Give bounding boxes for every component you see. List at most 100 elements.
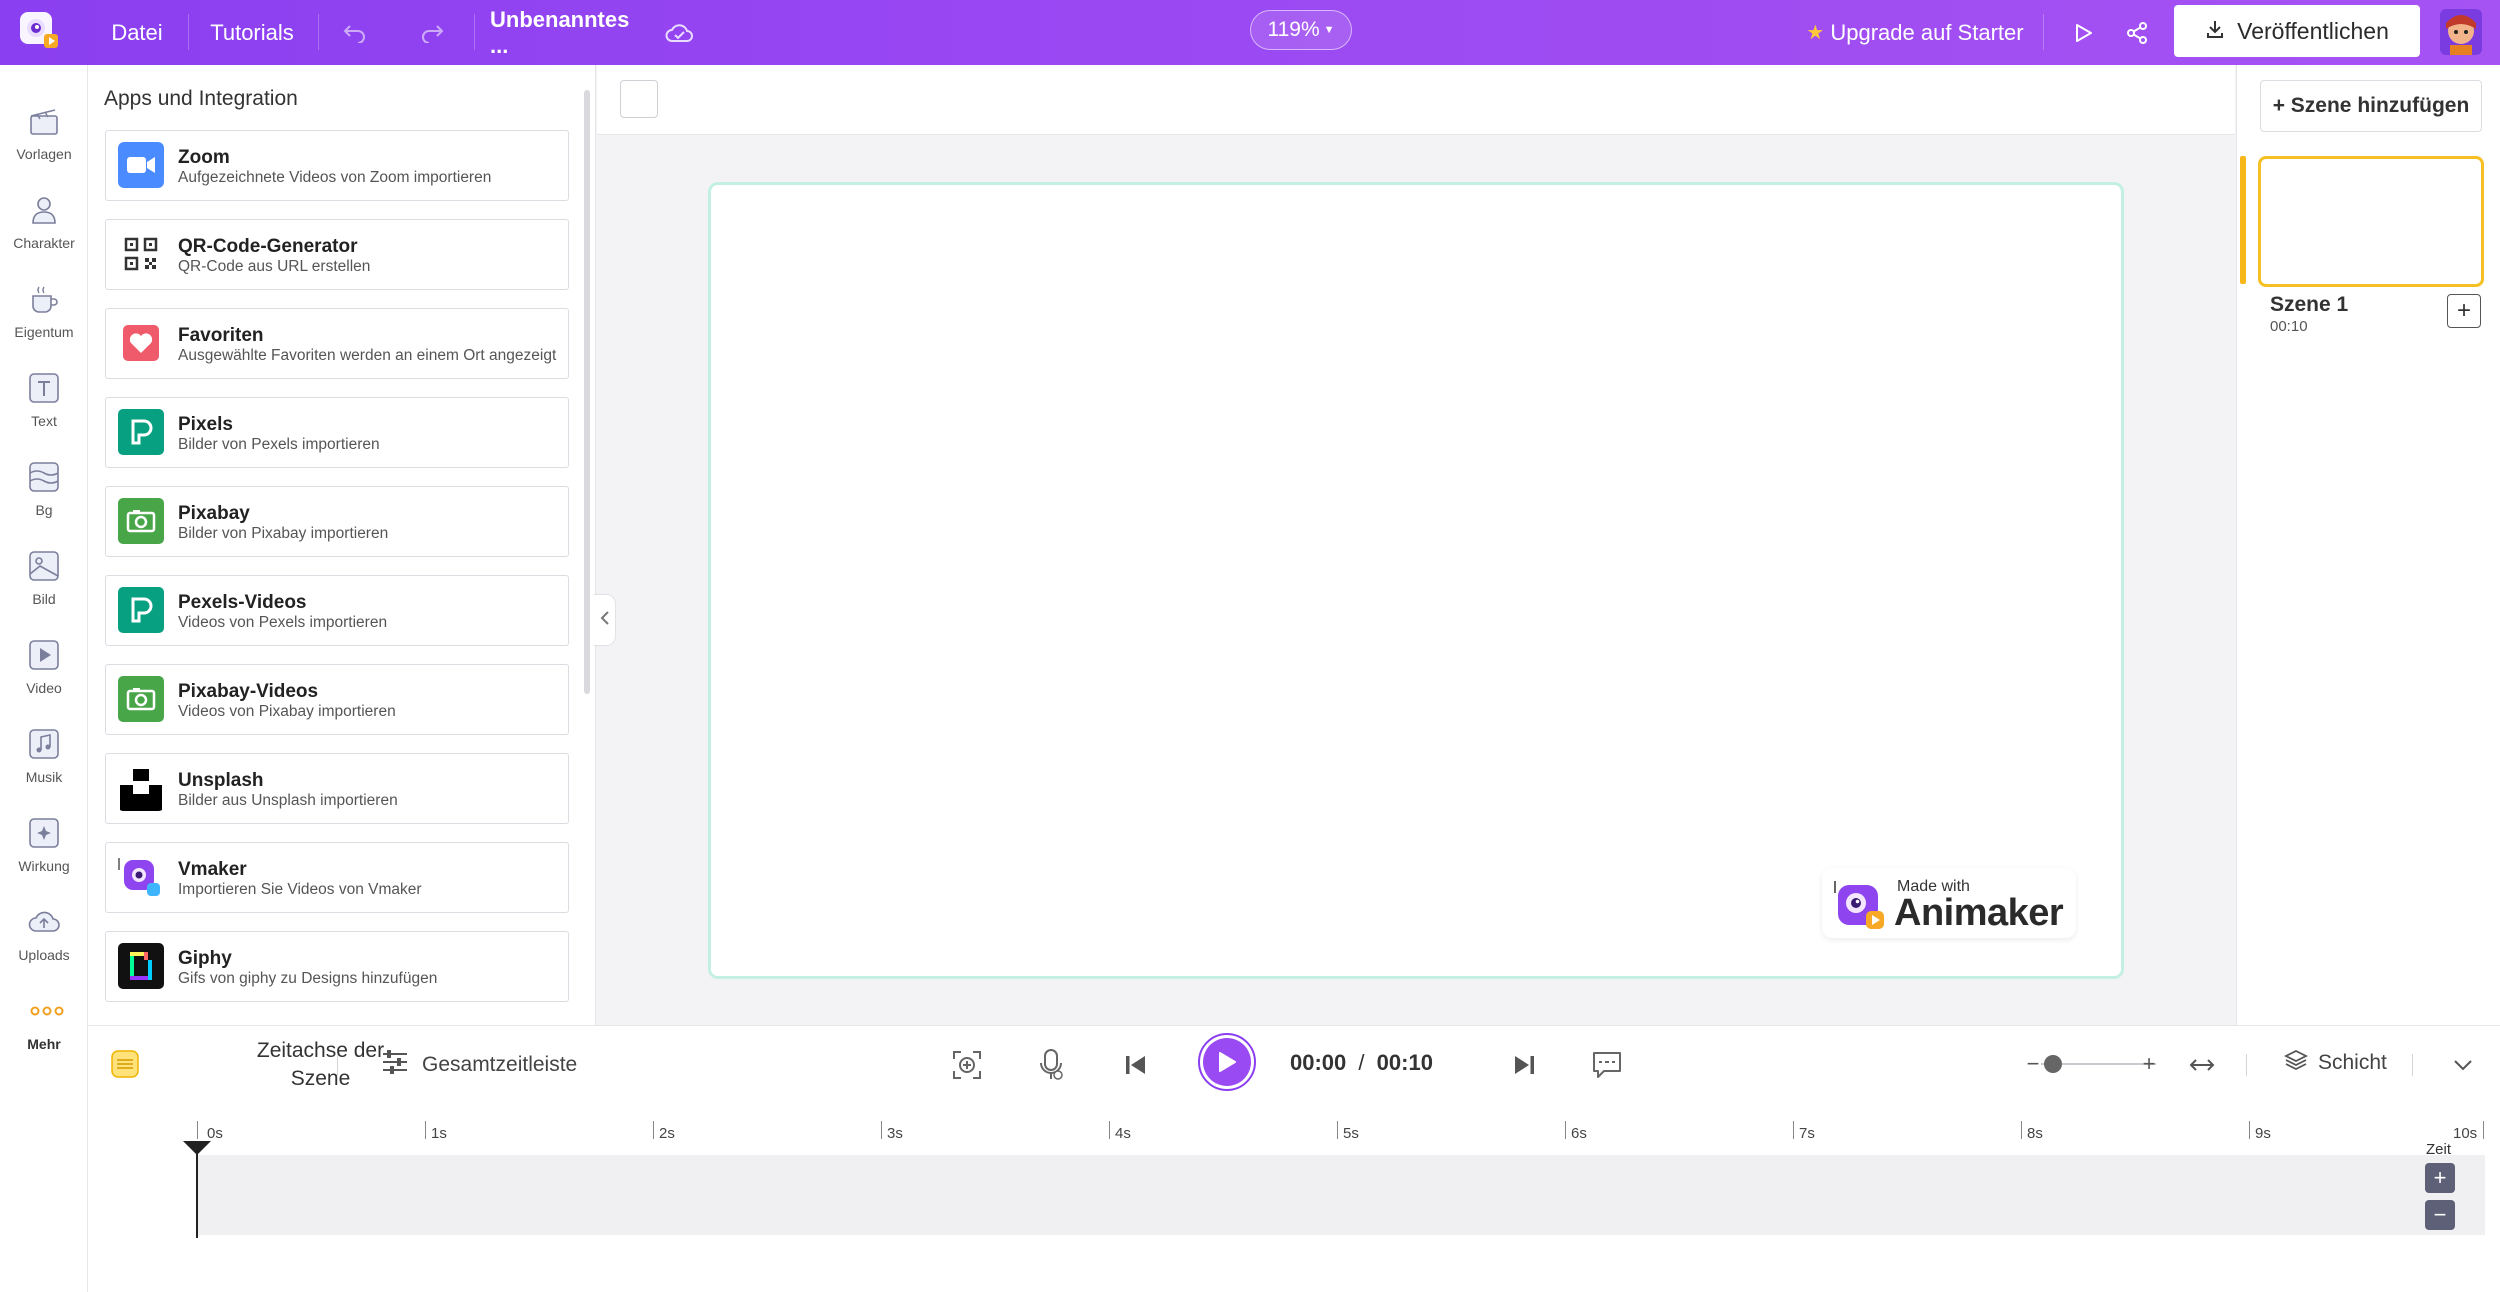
timeline-track[interactable]	[197, 1155, 2485, 1235]
scene-stage[interactable]	[708, 182, 2124, 979]
integration-card-favorites[interactable]: Favoriten Ausgewählte Favoriten werden a…	[105, 308, 569, 379]
tick-label: 1s	[431, 1125, 447, 1142]
scene-add-button[interactable]: +	[2447, 294, 2481, 328]
star-icon: ★	[1806, 22, 1825, 44]
watermark-brand: Animaker	[1894, 892, 2064, 934]
rail-item-templates[interactable]: Vorlagen	[0, 98, 88, 186]
upgrade-button[interactable]: ★ Upgrade auf Starter	[1804, 0, 2026, 65]
ruler-tick	[1565, 1121, 1566, 1139]
scene-timeline-icon[interactable]	[110, 1049, 140, 1079]
rail-item-text[interactable]: Text	[0, 365, 88, 453]
undo-icon[interactable]	[335, 0, 375, 65]
integration-card-zoom[interactable]: Zoom Aufgezeichnete Videos von Zoom impo…	[105, 130, 569, 201]
focus-target-icon[interactable]	[949, 1047, 985, 1083]
effect-icon	[27, 816, 61, 850]
layer-button[interactable]: Schicht	[2283, 1048, 2387, 1077]
integration-subtitle: QR-Code aus URL erstellen	[178, 258, 371, 275]
timeline-zoom-knob[interactable]	[2044, 1055, 2062, 1073]
ruler-tick	[2483, 1121, 2484, 1139]
rail-item-image[interactable]: Bild	[0, 543, 88, 631]
animaker-logo-icon[interactable]	[16, 6, 64, 54]
layer-label: Schicht	[2318, 1050, 2387, 1074]
rail-label: Uploads	[18, 947, 70, 963]
tick-label: 2s	[659, 1125, 675, 1142]
ruler-tick	[1793, 1121, 1794, 1139]
integration-card-qr-code[interactable]: QR-Code-Generator QR-Code aus URL erstel…	[105, 219, 569, 290]
rail-item-background[interactable]: Bg	[0, 454, 88, 542]
playhead-line[interactable]	[196, 1143, 198, 1238]
zoom-dropdown[interactable]: 119% ▼	[1250, 10, 1352, 50]
animaker-watermark: Made with Animaker	[1822, 868, 2076, 938]
publish-button[interactable]: Veröffentlichen	[2174, 5, 2420, 57]
panel-title: Apps und Integration	[104, 87, 298, 110]
rail-item-uploads[interactable]: Uploads	[0, 899, 88, 987]
rail-item-character[interactable]: Charakter	[0, 187, 88, 275]
rail-label: Eigentum	[14, 324, 74, 340]
skip-back-icon[interactable]	[1118, 1047, 1154, 1083]
unsplash-icon	[118, 765, 164, 811]
microphone-icon[interactable]	[1033, 1047, 1069, 1083]
character-icon	[27, 193, 61, 227]
plus-icon: +	[2433, 1165, 2447, 1190]
integration-card-pixabay-videos[interactable]: Pixabay-Videos Videos von Pixabay import…	[105, 664, 569, 735]
rail-label: Text	[31, 413, 57, 429]
divider	[474, 14, 475, 50]
templates-icon	[27, 104, 61, 138]
scenes-panel: + Szene hinzufügen Szene 1 00:10 +	[2236, 65, 2500, 1025]
timeline-zoom-out-button[interactable]: −	[2425, 1200, 2455, 1230]
chevron-down-icon[interactable]	[2448, 1050, 2478, 1080]
tick-label: 9s	[2255, 1125, 2271, 1142]
rail-item-video[interactable]: Video	[0, 632, 88, 720]
zoom-in-icon[interactable]: +	[2141, 1051, 2157, 1076]
scene-thumbnail[interactable]	[2258, 156, 2484, 287]
top-bar: Datei Tutorials Unbenanntes ... 119% ▼ ★…	[0, 0, 2500, 65]
scene-name[interactable]: Szene 1	[2270, 293, 2348, 317]
playhead-handle[interactable]	[183, 1141, 211, 1155]
integration-card-vmaker[interactable]: Vmaker Importieren Sie Videos von Vmaker	[105, 842, 569, 913]
ruler-tick	[2249, 1121, 2250, 1139]
tick-label: 10s	[2453, 1125, 2478, 1142]
integration-card-unsplash[interactable]: Unsplash Bilder aus Unsplash importieren	[105, 753, 569, 824]
integration-title: QR-Code-Generator	[178, 236, 358, 257]
preview-play-icon[interactable]	[2066, 0, 2100, 65]
ruler-tick	[2021, 1121, 2022, 1139]
rail-label: Wirkung	[18, 858, 70, 874]
timeline-zoom-in-button[interactable]: +	[2425, 1163, 2455, 1193]
redo-icon[interactable]	[412, 0, 452, 65]
tick-label: 4s	[1115, 1125, 1131, 1142]
integration-card-pexels-videos[interactable]: Pexels-Videos Videos von Pexels importie…	[105, 575, 569, 646]
ruler-tick	[1337, 1121, 1338, 1139]
rail-label: Vorlagen	[16, 146, 72, 162]
ruler-tick	[425, 1121, 426, 1139]
subtitles-icon[interactable]	[1588, 1047, 1626, 1083]
plus-icon: +	[2456, 297, 2471, 324]
menu-tutorials[interactable]: Tutorials	[196, 0, 308, 65]
select-checkbox[interactable]	[620, 80, 658, 118]
rail-label: Bg	[35, 502, 53, 518]
time-display: 00:00 / 00:10	[1290, 1050, 1433, 1076]
panel-scrollbar[interactable]	[584, 90, 590, 694]
ruler-tick	[197, 1121, 198, 1139]
collapse-panel-button[interactable]	[594, 594, 616, 646]
rail-item-music[interactable]: Musik	[0, 721, 88, 809]
integration-card-giphy[interactable]: Giphy Gifs von giphy zu Designs hinzufüg…	[105, 931, 569, 1002]
menu-file[interactable]: Datei	[92, 0, 182, 65]
play-button[interactable]	[1198, 1033, 1256, 1091]
divider	[2246, 1054, 2247, 1076]
rail-item-more[interactable]: Mehr	[0, 988, 88, 1076]
fit-width-icon[interactable]	[2184, 1048, 2220, 1082]
avatar[interactable]	[2440, 9, 2482, 55]
project-title[interactable]: Unbenanntes ...	[490, 0, 650, 65]
add-scene-button[interactable]: + Szene hinzufügen	[2260, 80, 2482, 132]
integration-card-pixels[interactable]: Pixels Bilder von Pexels importieren	[105, 397, 569, 468]
skip-forward-icon[interactable]	[1506, 1047, 1542, 1083]
zoom-out-icon[interactable]: −	[2026, 1051, 2040, 1076]
total-time: 00:10	[1376, 1050, 1433, 1075]
rail-item-properties[interactable]: Eigentum	[0, 276, 88, 364]
integration-card-pixabay[interactable]: Pixabay Bilder von Pixabay importieren	[105, 486, 569, 557]
full-timeline-button[interactable]: Gesamtzeitleiste	[380, 1048, 577, 1081]
tick-label: 8s	[2027, 1125, 2043, 1142]
share-icon[interactable]	[2120, 0, 2154, 65]
integration-subtitle: Ausgewählte Favoriten werden an einem Or…	[178, 347, 557, 364]
rail-item-effect[interactable]: Wirkung	[0, 810, 88, 898]
